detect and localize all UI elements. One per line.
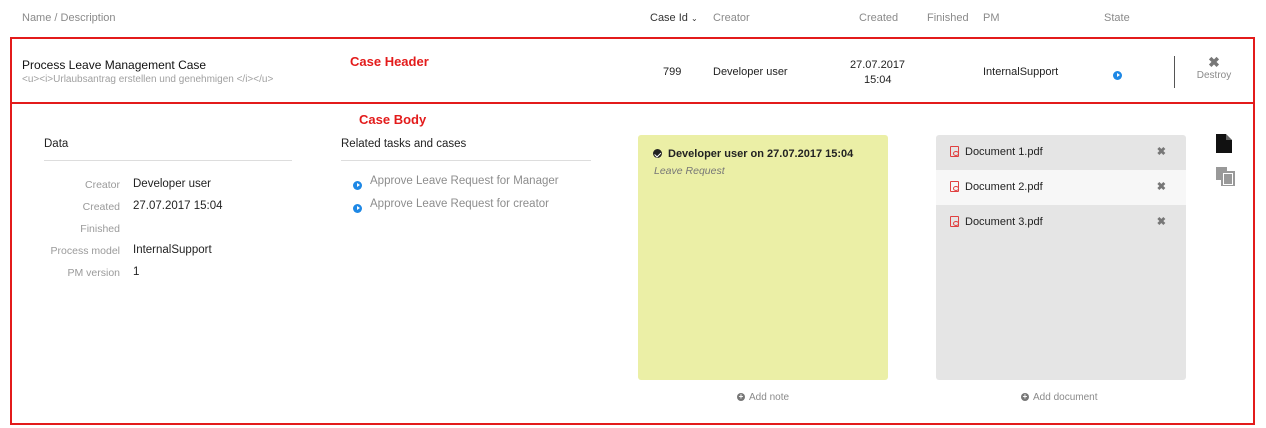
related-item-1-play-icon: [353, 177, 362, 195]
note-card[interactable]: Developer user on 27.07.2017 15:04 Leave…: [638, 135, 888, 380]
data-value-creator: Developer user: [133, 178, 211, 190]
check-circle-icon: [653, 149, 662, 158]
chevron-down-icon: ⌄: [690, 14, 698, 23]
copy-files-icon[interactable]: [1216, 167, 1235, 191]
data-label-creator: Creator: [84, 179, 120, 191]
column-header-finished: Finished: [927, 12, 969, 24]
case-creator: Developer user: [713, 66, 788, 78]
data-section-title: Data: [44, 138, 69, 150]
document-row[interactable]: Document 3.pdf ✖: [936, 205, 1186, 240]
plus-circle-icon: +: [737, 392, 745, 402]
case-created-date: 27.07.2017: [850, 59, 906, 71]
column-header-created: Created: [859, 12, 899, 24]
state-play-icon[interactable]: [1113, 67, 1122, 85]
column-header-name: Name / Description: [22, 12, 116, 24]
pdf-file-icon: [950, 181, 959, 192]
pdf-file-icon: [950, 146, 959, 157]
document-name: Document 3.pdf: [965, 216, 1043, 228]
document-row[interactable]: Document 2.pdf ✖: [936, 170, 1186, 205]
case-header-annotation: Case Header: [350, 54, 429, 69]
data-label-finished: Finished: [80, 223, 120, 235]
destroy-label: Destroy: [1196, 70, 1232, 81]
case-title: Process Leave Management Case: [22, 58, 207, 72]
related-divider: [341, 160, 591, 161]
case-body-annotation: Case Body: [359, 112, 427, 127]
data-label-created: Created: [82, 201, 120, 213]
document-name: Document 1.pdf: [965, 146, 1043, 158]
related-item-2[interactable]: Approve Leave Request for creator: [370, 198, 549, 210]
related-item-2-play-icon: [353, 200, 362, 218]
destroy-button[interactable]: ✖ Destroy: [1192, 54, 1236, 81]
column-header-case-id[interactable]: Case Id ⌄: [650, 12, 698, 24]
remove-document-icon[interactable]: ✖: [1157, 145, 1166, 158]
case-created-time: 15:04: [864, 74, 892, 86]
add-document-label: Add document: [1033, 392, 1098, 403]
header-divider: [1174, 56, 1175, 88]
data-value-pm-version: 1: [133, 266, 140, 278]
data-label-pm-version: PM version: [67, 267, 120, 279]
close-icon: ✖: [1208, 54, 1220, 70]
case-description: <u><i>Urlaubsantrag erstellen und genehm…: [22, 74, 274, 85]
column-header-state: State: [1104, 12, 1130, 24]
related-section-title: Related tasks and cases: [341, 138, 467, 150]
note-text: Leave Request: [654, 165, 725, 177]
case-id: 799: [663, 66, 682, 78]
add-note-label: Add note: [749, 392, 790, 403]
new-file-icon[interactable]: [1216, 134, 1232, 158]
pdf-file-icon: [950, 216, 959, 227]
remove-document-icon[interactable]: ✖: [1157, 180, 1166, 193]
column-header-creator: Creator: [713, 12, 750, 24]
data-value-created: 27.07.2017 15:04: [133, 200, 223, 212]
add-note-button[interactable]: + Add note: [737, 392, 789, 403]
remove-document-icon[interactable]: ✖: [1157, 215, 1166, 228]
related-item-1[interactable]: Approve Leave Request for Manager: [370, 175, 559, 187]
data-divider: [44, 160, 292, 161]
add-document-button[interactable]: + Add document: [1021, 392, 1098, 403]
case-id-label: Case Id: [650, 12, 688, 24]
data-value-process-model: InternalSupport: [133, 244, 212, 256]
case-pm: InternalSupport: [983, 66, 1059, 78]
document-row[interactable]: Document 1.pdf ✖: [936, 135, 1186, 170]
column-header-pm: PM: [983, 12, 1000, 24]
document-name: Document 2.pdf: [965, 181, 1043, 193]
plus-circle-icon: +: [1021, 392, 1029, 402]
data-label-process-model: Process model: [50, 245, 120, 257]
note-author-line: Developer user on 27.07.2017 15:04: [668, 148, 854, 160]
